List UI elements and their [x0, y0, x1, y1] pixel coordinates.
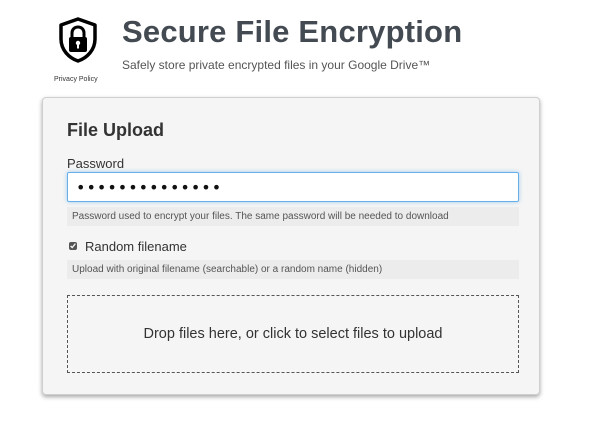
privacy-policy-link[interactable]: Privacy Policy: [54, 76, 114, 83]
file-upload-panel: File Upload Password Password used to en…: [42, 97, 540, 395]
logo: Privacy Policy: [50, 16, 110, 86]
panel-title: File Upload: [67, 120, 165, 140]
lock-shield-icon: [59, 17, 97, 63]
random-filename-help-text: Upload with original filename (searchabl…: [67, 260, 519, 279]
random-filename-row[interactable]: Random filename: [67, 238, 187, 254]
dropzone-text: Drop files here, or click to select file…: [143, 326, 443, 342]
app-title: Secure File Encryption: [122, 14, 463, 49]
password-help-text: Password used to encrypt your files. The…: [67, 207, 519, 226]
app-subtitle: Safely store private encrypted files in …: [122, 58, 431, 72]
random-filename-label[interactable]: Random filename: [85, 239, 187, 254]
password-label: Password: [67, 156, 125, 171]
page: Privacy Policy Secure File Encryption Sa…: [0, 0, 589, 431]
random-filename-checkbox[interactable]: [69, 242, 77, 250]
password-input[interactable]: [67, 172, 519, 202]
file-dropzone[interactable]: Drop files here, or click to select file…: [67, 295, 519, 373]
